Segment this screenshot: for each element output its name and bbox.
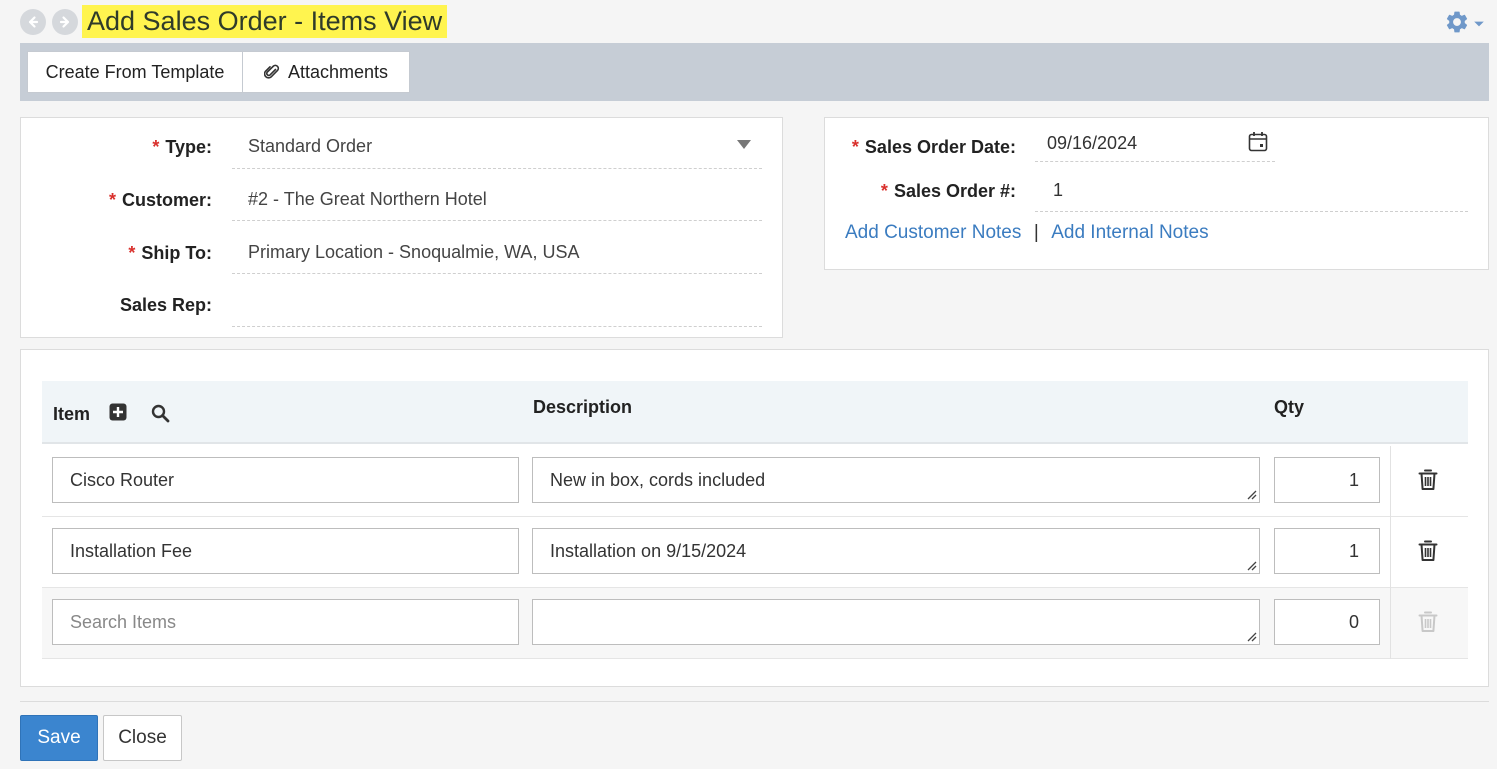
table-row: Cisco Router New in box, cords included …: [42, 446, 1468, 517]
qty-value: 1: [1348, 469, 1359, 490]
type-label: * Type:: [152, 137, 212, 157]
resize-grip-icon[interactable]: [1246, 489, 1257, 500]
sales-order-date-field[interactable]: 09/16/2024: [1035, 131, 1275, 162]
trash-icon[interactable]: [1418, 540, 1438, 562]
calendar-icon[interactable]: [1248, 131, 1268, 152]
item-input[interactable]: Installation Fee: [52, 528, 519, 574]
resize-grip-icon[interactable]: [1246, 560, 1257, 571]
settings-menu[interactable]: [1444, 8, 1490, 36]
qty-value: 1: [1348, 540, 1359, 561]
save-button[interactable]: Save: [20, 715, 98, 761]
search-icon[interactable]: [151, 404, 170, 423]
notes-links: Add Customer Notes | Add Internal Notes: [845, 222, 1209, 244]
table-row: Installation Fee Installation on 9/15/20…: [42, 517, 1468, 588]
customer-field[interactable]: #2 - The Great Northern Hotel: [232, 189, 762, 221]
ship-to-field[interactable]: Primary Location - Snoqualmie, WA, USA: [232, 242, 762, 274]
item-value: Installation Fee: [70, 540, 193, 561]
ship-to-value: Primary Location - Snoqualmie, WA, USA: [248, 242, 580, 262]
description-textarea[interactable]: Installation on 9/15/2024: [532, 528, 1260, 574]
attachments-label: Attachments: [287, 61, 389, 82]
create-from-template-button[interactable]: Create From Template: [27, 51, 243, 93]
sales-order-number-field[interactable]: 1: [1035, 180, 1468, 212]
column-divider: [1390, 517, 1391, 588]
sales-order-date-value: 09/16/2024: [1047, 133, 1138, 153]
col-description-header: Description: [533, 397, 633, 417]
qty-value: 0: [1348, 611, 1359, 632]
customer-label: * Customer:: [108, 190, 212, 210]
footer-divider: [20, 701, 1489, 702]
item-input[interactable]: Cisco Router: [52, 457, 519, 503]
sales-order-number-value: 1: [1053, 180, 1064, 200]
column-divider: [1390, 588, 1391, 659]
sales-order-date-label: * Sales Order Date:: [851, 137, 1016, 157]
caret-down-icon: [1474, 21, 1484, 27]
sales-order-number-label: * Sales Order #:: [880, 181, 1016, 201]
notes-separator: |: [1033, 222, 1039, 243]
customer-value: #2 - The Great Northern Hotel: [248, 189, 487, 209]
trash-icon-disabled: [1418, 611, 1438, 632]
page-title: Add Sales Order - Items View: [82, 5, 448, 38]
forward-arrow-icon[interactable]: [52, 9, 78, 35]
search-items-placeholder: Search Items: [70, 611, 177, 632]
dropdown-arrow-icon: [737, 140, 751, 149]
table-row-new: Search Items 0: [42, 588, 1468, 659]
paperclip-icon: [263, 64, 280, 79]
add-internal-notes-link[interactable]: Add Internal Notes: [1051, 222, 1208, 243]
description-textarea[interactable]: New in box, cords included: [532, 457, 1260, 503]
description-value: New in box, cords included: [550, 469, 766, 490]
type-value: Standard Order: [248, 136, 373, 156]
description-textarea[interactable]: [532, 599, 1260, 645]
close-button[interactable]: Close: [103, 715, 182, 761]
sales-rep-label: Sales Rep:: [119, 295, 212, 315]
back-arrow-icon[interactable]: [20, 9, 46, 35]
resize-grip-icon[interactable]: [1246, 631, 1257, 642]
type-select[interactable]: Standard Order: [232, 136, 762, 169]
qty-input[interactable]: 0: [1274, 599, 1380, 645]
add-item-icon[interactable]: [109, 403, 127, 421]
search-items-input[interactable]: Search Items: [52, 599, 519, 645]
description-value: Installation on 9/15/2024: [550, 540, 747, 561]
attachments-button[interactable]: Attachments: [242, 51, 410, 93]
gear-icon: [1446, 11, 1468, 33]
qty-input[interactable]: 1: [1274, 528, 1380, 574]
trash-icon[interactable]: [1418, 469, 1438, 491]
create-from-template-label: Create From Template: [45, 61, 225, 82]
add-customer-notes-link[interactable]: Add Customer Notes: [845, 222, 1021, 243]
qty-input[interactable]: 1: [1274, 457, 1380, 503]
col-item-header: Item: [53, 404, 91, 424]
column-divider: [1390, 446, 1391, 517]
item-value: Cisco Router: [70, 469, 175, 490]
items-table-header: Item Description Qty: [42, 381, 1468, 444]
col-qty-header: Qty: [1274, 397, 1305, 417]
toolbar: Create From Template Attachments: [20, 43, 1489, 101]
sales-rep-field[interactable]: [232, 294, 762, 327]
ship-to-label: * Ship To:: [128, 243, 212, 263]
